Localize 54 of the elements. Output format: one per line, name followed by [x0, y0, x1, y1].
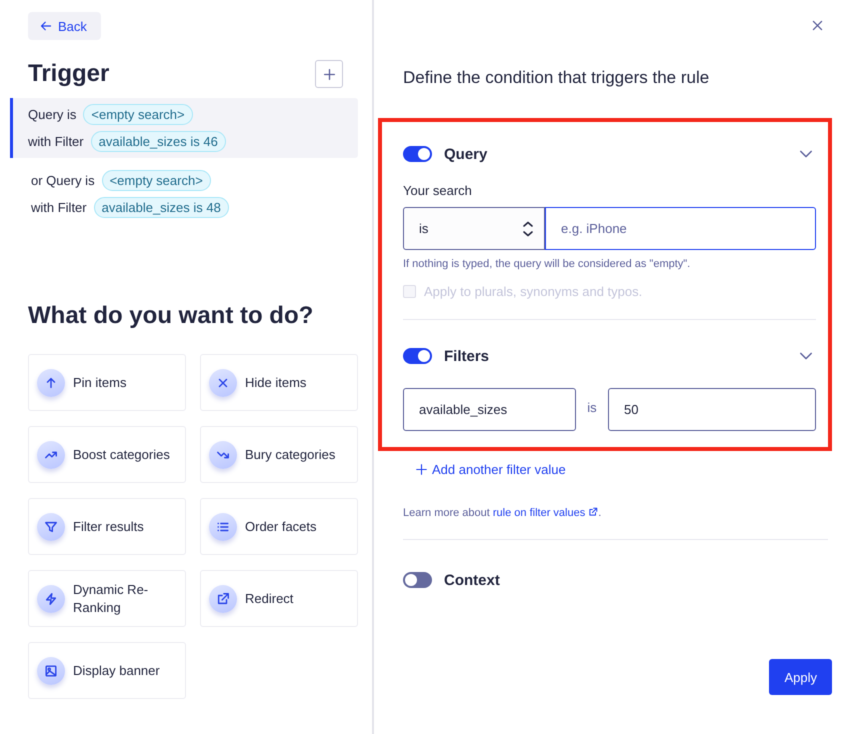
section-label: Query — [444, 146, 488, 162]
back-button[interactable]: Back — [28, 12, 101, 40]
plus-icon — [322, 68, 336, 80]
image-icon — [44, 664, 58, 678]
action-card[interactable]: Bury categories — [200, 426, 358, 483]
section-title: What do you want to do? — [28, 302, 314, 330]
action-card[interactable]: Dynamic Re-Ranking — [28, 570, 186, 627]
toggle-switch[interactable] — [403, 146, 432, 162]
funnel-icon — [44, 520, 58, 534]
docs-link[interactable]: rule on filter values — [492, 507, 598, 519]
trigger-condition[interactable]: Query is <empty search> with Filter available_sizes is 46 — [10, 98, 358, 158]
toggle-switch[interactable] — [403, 348, 432, 364]
section-label: Context — [444, 572, 501, 588]
action-card[interactable]: Order facets — [200, 498, 358, 555]
operator-text: is — [586, 400, 598, 415]
stepper-icon — [522, 220, 534, 236]
attribute-field[interactable]: available_sizes — [403, 388, 576, 431]
apply-button[interactable]: Apply — [769, 659, 832, 695]
plus-icon — [416, 464, 427, 475]
query-chip: <empty search> — [102, 170, 211, 191]
toggle-switch[interactable] — [403, 572, 432, 588]
search-field[interactable]: e.g. iPhone — [545, 207, 816, 250]
external-link-icon — [588, 507, 598, 517]
add-filter-link[interactable]: Add another filter value — [416, 462, 566, 477]
panel-title: Define the condition that triggers the rule — [403, 68, 710, 88]
trigger-condition[interactable]: or Query is <empty search> with Filter available_sizes is 48 — [10, 164, 358, 224]
action-card[interactable]: Hide items — [200, 354, 358, 411]
action-card[interactable]: Display banner — [28, 642, 186, 699]
hint-text: If nothing is typed, the query will be considered as "empty". — [403, 258, 692, 270]
external-link-icon — [216, 592, 230, 606]
condition-label: Query is — [28, 107, 76, 122]
arrow-left-icon — [40, 20, 52, 32]
help-text: Learn more about rule on filter values . — [403, 507, 602, 519]
action-card[interactable]: Redirect — [200, 570, 358, 627]
action-card[interactable]: Pin items — [28, 354, 186, 411]
lightning-icon — [44, 592, 58, 606]
value-field[interactable]: 50 — [608, 388, 816, 431]
operator-select[interactable]: is — [403, 207, 545, 250]
section-title: Trigger — [28, 60, 110, 88]
close-button[interactable] — [811, 19, 824, 32]
add-button[interactable] — [315, 60, 343, 88]
filter-chip: available_sizes is 48 — [94, 197, 229, 218]
condition-label: or Query is — [31, 173, 95, 188]
query-chip: <empty search> — [83, 104, 193, 125]
action-card[interactable]: Boost categories — [28, 426, 186, 483]
action-card[interactable]: Filter results — [28, 498, 186, 555]
close-icon — [811, 19, 824, 32]
arrow-up-icon — [44, 376, 58, 390]
checkbox-label: Apply to plurals, synonyms and typos. — [424, 284, 642, 299]
condition-label: with Filter — [31, 200, 87, 215]
filter-chip: available_sizes is 46 — [90, 131, 226, 152]
field-label: Your search — [403, 183, 473, 198]
condition-label: with Filter — [28, 134, 84, 149]
section-label: Filters — [444, 348, 490, 364]
